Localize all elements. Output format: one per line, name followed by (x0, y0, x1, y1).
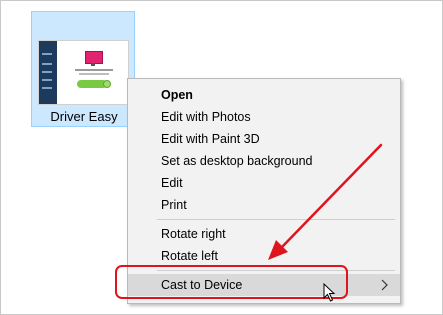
annotation-arrow (268, 143, 383, 260)
mouse-cursor-icon (323, 283, 336, 302)
